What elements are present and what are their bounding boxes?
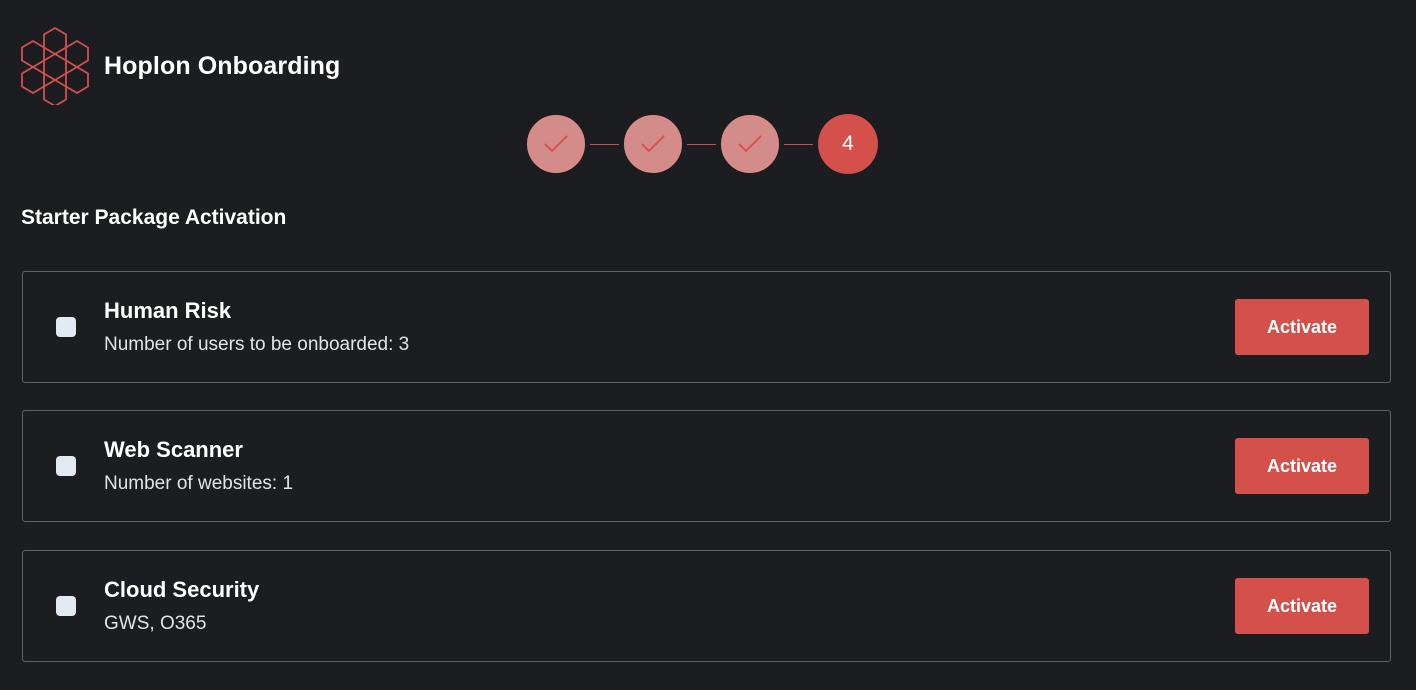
step-3-completed — [721, 115, 779, 173]
step-number: 4 — [842, 132, 854, 155]
package-name: Human Risk — [104, 298, 232, 323]
activate-button[interactable]: Activate — [1235, 578, 1369, 634]
activate-button[interactable]: Activate — [1235, 299, 1369, 355]
hexagon-cluster-logo-icon — [21, 27, 89, 105]
package-checkbox[interactable] — [56, 317, 76, 337]
onboarding-page: Hoplon Onboarding 4 Starter Package Acti… — [0, 0, 1416, 690]
step-connector — [687, 143, 716, 145]
section-title: Starter Package Activation — [21, 206, 287, 229]
header: Hoplon Onboarding — [21, 27, 340, 105]
package-description: Number of websites: 1 — [104, 473, 294, 494]
step-connector — [590, 143, 619, 145]
app-title: Hoplon Onboarding — [104, 51, 341, 80]
package-description: GWS, O365 — [104, 613, 207, 634]
activate-button[interactable]: Activate — [1235, 438, 1369, 494]
package-checkbox[interactable] — [56, 456, 76, 476]
package-card-cloud-security: Cloud Security GWS, O365 Activate — [22, 550, 1391, 662]
progress-stepper: 4 — [527, 114, 878, 174]
package-checkbox[interactable] — [56, 596, 76, 616]
package-card-web-scanner: Web Scanner Number of websites: 1 Activa… — [22, 410, 1391, 522]
step-2-completed — [624, 115, 682, 173]
package-name: Web Scanner — [104, 437, 243, 462]
check-icon — [738, 135, 762, 153]
package-description: Number of users to be onboarded: 3 — [104, 334, 410, 355]
package-card-human-risk: Human Risk Number of users to be onboard… — [22, 271, 1391, 383]
step-connector — [784, 143, 813, 145]
step-4-current: 4 — [818, 114, 878, 174]
step-1-completed — [527, 115, 585, 173]
check-icon — [544, 135, 568, 153]
package-name: Cloud Security — [104, 577, 260, 602]
check-icon — [641, 135, 665, 153]
